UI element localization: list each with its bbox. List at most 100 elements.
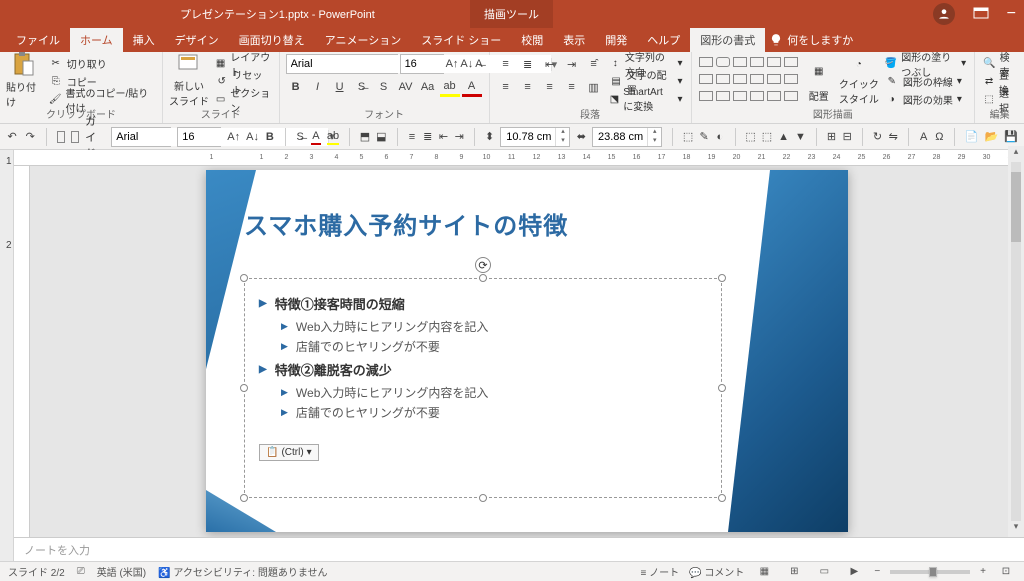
- bullet-text[interactable]: Web入力時にヒアリング内容を記入: [296, 318, 488, 335]
- line-spacing-button[interactable]: ≡̂: [584, 54, 604, 74]
- bullet-text[interactable]: 店舗でのヒヤリングが不要: [296, 404, 440, 421]
- indent-inc-button[interactable]: ⇥: [562, 54, 582, 74]
- select-button[interactable]: ⬚選択: [981, 91, 1018, 108]
- bullet-text[interactable]: 店舗でのヒヤリングが不要: [296, 338, 440, 355]
- scroll-up-icon[interactable]: ▴: [1008, 146, 1024, 162]
- resize-handle[interactable]: [718, 274, 726, 282]
- qat-misc1[interactable]: ⬚: [683, 129, 693, 145]
- minimize-icon[interactable]: −: [1007, 5, 1016, 23]
- new-slide-button[interactable]: 新しい スライド: [169, 54, 209, 106]
- shape-width-spin[interactable]: ▴▾: [592, 127, 662, 147]
- shape-height-spin[interactable]: ▴▾: [500, 127, 570, 147]
- tab-review[interactable]: 校閲: [511, 28, 553, 52]
- numbering-button[interactable]: ≣: [518, 54, 538, 74]
- qat-highlight[interactable]: ab: [327, 129, 339, 145]
- qat-open[interactable]: 📂: [985, 129, 999, 145]
- indent-dec-button[interactable]: ⇤: [540, 54, 560, 74]
- resize-handle[interactable]: [240, 274, 248, 282]
- qat-align[interactable]: ⊞: [827, 129, 837, 145]
- strike-button[interactable]: S̶: [352, 77, 372, 97]
- vertical-scrollbar[interactable]: ▴ ▾: [1008, 146, 1024, 537]
- clear-format-button[interactable]: A̶: [475, 54, 482, 74]
- font-color-button[interactable]: A: [462, 77, 482, 97]
- shape-fill-button[interactable]: 🪣図形の塗りつぶし▾: [883, 55, 968, 72]
- resize-handle[interactable]: [479, 494, 487, 502]
- tab-format[interactable]: 図形の書式: [690, 28, 765, 52]
- case-button[interactable]: Aa: [418, 77, 438, 97]
- format-painter-button[interactable]: 🖌書式のコピー/貼り付け: [47, 91, 156, 108]
- qat-indent-dec[interactable]: ⇤: [439, 129, 449, 145]
- justify-button[interactable]: ≡: [562, 77, 582, 97]
- resize-handle[interactable]: [240, 384, 248, 392]
- qat-font-combo[interactable]: ▾: [111, 127, 171, 147]
- shape-effects-button[interactable]: ◑図形の効果▾: [883, 91, 968, 108]
- tab-insert[interactable]: 挿入: [123, 28, 165, 52]
- redo-button[interactable]: ↷: [24, 127, 36, 147]
- up-icon[interactable]: ▴: [555, 128, 569, 137]
- slide-canvas[interactable]: スマホ購入予約サイトの特徴 ⟳ ▶特徴①接客時間の短縮 ▶Web: [30, 166, 1024, 537]
- align-left-button[interactable]: ≡: [496, 77, 516, 97]
- shape-height-input[interactable]: [501, 131, 555, 143]
- scrollbar-thumb[interactable]: [1011, 172, 1021, 242]
- slide[interactable]: スマホ購入予約サイトの特徴 ⟳ ▶特徴①接客時間の短縮 ▶Web: [206, 170, 848, 532]
- resize-handle[interactable]: [718, 494, 726, 502]
- cut-button[interactable]: ✂切り取り: [47, 55, 156, 72]
- normal-view-button[interactable]: ▦: [754, 564, 774, 580]
- spellcheck-icon[interactable]: ⎚: [77, 566, 85, 577]
- rotate-handle[interactable]: ⟳: [475, 257, 491, 273]
- qat-bring-front[interactable]: ▲: [778, 129, 789, 145]
- quick-styles-button[interactable]: ◔クイック スタイル: [839, 54, 879, 106]
- grow-font-button[interactable]: A↑: [446, 54, 459, 74]
- qat-distribute[interactable]: ⊟: [842, 129, 852, 145]
- qat-flip[interactable]: ⇋: [888, 129, 898, 145]
- qat-strike[interactable]: S̶: [295, 129, 305, 145]
- qat-align-top[interactable]: ⬒: [360, 129, 370, 145]
- resize-handle[interactable]: [718, 384, 726, 392]
- qat-group[interactable]: ⬚: [745, 129, 755, 145]
- reading-view-button[interactable]: ▭: [814, 564, 834, 580]
- bold-button[interactable]: B: [286, 77, 306, 97]
- down-icon[interactable]: ▾: [647, 137, 661, 146]
- qat-misc2[interactable]: ✎: [699, 129, 709, 145]
- content-placeholder[interactable]: ⟳ ▶特徴①接客時間の短縮 ▶Web入力時にヒアリング内容を記入 ▶店舗でのヒヤ…: [244, 278, 722, 498]
- tab-design[interactable]: デザイン: [165, 28, 229, 52]
- tab-home[interactable]: ホーム: [70, 28, 123, 52]
- zoom-thumb[interactable]: [929, 567, 937, 577]
- notes-toggle[interactable]: ≡ ノート: [640, 564, 679, 579]
- qat-text[interactable]: A: [919, 129, 929, 145]
- shape-outline-button[interactable]: ✎図形の枠線▾: [883, 73, 968, 90]
- qat-numbering[interactable]: ≣: [423, 129, 433, 145]
- shrink-font-button[interactable]: A↓: [460, 54, 473, 74]
- smartart-button[interactable]: ⬔SmartArt に変換▾: [608, 91, 685, 108]
- comments-toggle[interactable]: 💬 コメント: [689, 564, 744, 579]
- up-icon[interactable]: ▴: [647, 128, 661, 137]
- tab-slideshow[interactable]: スライド ショー: [411, 28, 511, 52]
- tell-me[interactable]: 何をしますか: [769, 28, 853, 52]
- qat-width-icon[interactable]: ⬌: [576, 129, 586, 145]
- down-icon[interactable]: ▾: [555, 137, 569, 146]
- paste-button[interactable]: 貼り付け: [6, 54, 43, 106]
- columns-button[interactable]: ▥: [584, 77, 604, 97]
- qat-rotate[interactable]: ↻: [873, 129, 883, 145]
- bullet-text[interactable]: Web入力時にヒアリング内容を記入: [296, 384, 488, 401]
- tab-file[interactable]: ファイル: [6, 28, 70, 52]
- section-button[interactable]: ▭セクション: [213, 91, 273, 108]
- scroll-down-icon[interactable]: ▾: [1008, 521, 1024, 537]
- notes-pane[interactable]: ノートを入力: [14, 537, 1024, 561]
- resize-handle[interactable]: [479, 274, 487, 282]
- shape-width-input[interactable]: [593, 131, 647, 143]
- bullet-text[interactable]: 特徴①接客時間の短縮: [275, 294, 405, 313]
- underline-button[interactable]: U: [330, 77, 350, 97]
- zoom-out-button[interactable]: −: [874, 566, 880, 577]
- qat-save[interactable]: 💾: [1004, 129, 1018, 145]
- shapes-gallery[interactable]: [698, 54, 799, 109]
- ribbon-display-icon[interactable]: [973, 7, 989, 22]
- qat-bullets[interactable]: ≡: [407, 129, 417, 145]
- bullets-button[interactable]: ≡: [496, 54, 516, 74]
- resize-handle[interactable]: [240, 494, 248, 502]
- slide-title[interactable]: スマホ購入予約サイトの特徴: [244, 206, 568, 241]
- gridlines-checkbox[interactable]: [71, 131, 79, 143]
- sorter-view-button[interactable]: ⊞: [784, 564, 804, 580]
- qat-size-combo[interactable]: ▾: [177, 127, 221, 147]
- qat-ungroup[interactable]: ⬚: [762, 129, 772, 145]
